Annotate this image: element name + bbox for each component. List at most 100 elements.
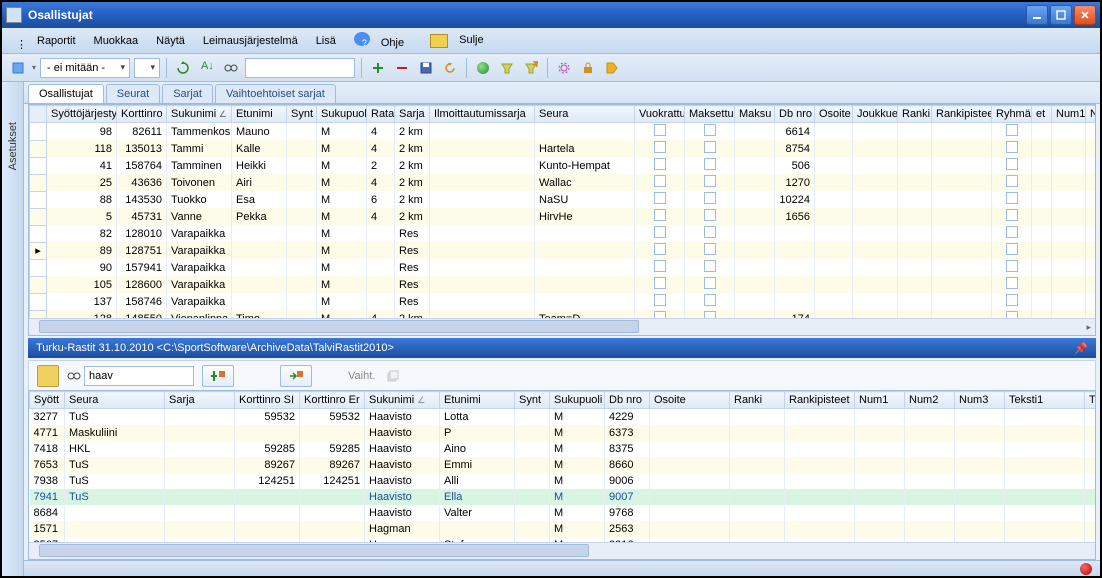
participants-grid[interactable]: SyöttöjärjestysKorttinroSukunimiEtunimiS… <box>29 105 1095 318</box>
scrollbar-thumb[interactable] <box>39 544 589 557</box>
grid2-header[interactable]: Seura <box>65 392 165 409</box>
grid1-header[interactable]: Ranki <box>898 106 932 123</box>
table-row[interactable]: ▸89128751VarapaikkaMRes <box>30 242 1096 259</box>
menu-lisa[interactable]: Lisä <box>308 31 344 51</box>
side-panel-tab[interactable]: Asetukset <box>2 82 24 576</box>
checkbox[interactable] <box>1006 158 1018 170</box>
tab-sarjat[interactable]: Sarjat <box>162 84 213 103</box>
grid1-header[interactable]: Ryhmä <box>992 106 1032 123</box>
grid1-header[interactable]: Maksettu <box>685 106 735 123</box>
table-row[interactable]: 3277TuS5953259532HaavistoLottaM4229 <box>30 409 1096 425</box>
checkbox[interactable] <box>1006 192 1018 204</box>
checkbox[interactable] <box>704 141 716 153</box>
table-row[interactable]: 7938TuS124251124251HaavistoAlliM9006 <box>30 473 1096 489</box>
grid2-header[interactable]: Synt <box>515 392 550 409</box>
checkbox[interactable] <box>654 158 666 170</box>
table-row[interactable]: 41158764TamminenHeikkiM22 kmKunto-Hempat… <box>30 157 1096 174</box>
tab-seurat[interactable]: Seurat <box>106 84 160 103</box>
checkbox[interactable] <box>654 124 666 136</box>
checkbox[interactable] <box>654 141 666 153</box>
grid1-header[interactable]: Korttinro <box>117 106 167 123</box>
grid2-header[interactable]: Korttinro Er <box>300 392 365 409</box>
table-row[interactable]: 7418HKL5928559285HaavistoAinoM8375 <box>30 441 1096 457</box>
close-button[interactable] <box>1074 5 1096 25</box>
grid1-header[interactable]: Num1 <box>1052 106 1086 123</box>
table-row[interactable]: 8684HaavistoValterM9768 <box>30 505 1096 521</box>
grid1-header[interactable]: Maksu <box>735 106 775 123</box>
table-row[interactable]: 105128600VarapaikkaMRes <box>30 276 1096 293</box>
grid2-header[interactable]: Num1 <box>855 392 905 409</box>
grid1-header[interactable]: Osoite <box>815 106 853 123</box>
grid1-header[interactable]: Rata <box>367 106 395 123</box>
tb-sort-button[interactable]: A↓ <box>197 58 217 78</box>
grid2-header[interactable]: Korttinro SI <box>235 392 300 409</box>
table-row[interactable]: 82128010VarapaikkaMRes <box>30 225 1096 242</box>
grid1-hscrollbar[interactable]: ▸ <box>29 318 1095 335</box>
grid2-header[interactable]: Num2 <box>905 392 955 409</box>
checkbox[interactable] <box>704 277 716 289</box>
grid1-header[interactable]: Sukunimi <box>167 106 232 123</box>
menu-nayta[interactable]: Näytä <box>148 31 193 51</box>
checkbox[interactable] <box>704 124 716 136</box>
dropdown-arrow-icon[interactable]: ▾ <box>32 63 36 72</box>
checkbox[interactable] <box>1006 294 1018 306</box>
checkbox[interactable] <box>704 209 716 221</box>
archive-go-button[interactable] <box>280 365 312 387</box>
scroll-right-icon[interactable]: ▸ <box>1086 322 1095 333</box>
menu-ohje[interactable]: ?Ohje <box>346 28 420 53</box>
checkbox[interactable] <box>704 158 716 170</box>
checkbox[interactable] <box>654 209 666 221</box>
checkbox[interactable] <box>1006 311 1018 318</box>
secondary-dropdown[interactable] <box>134 58 160 78</box>
checkbox[interactable] <box>654 294 666 306</box>
maximize-button[interactable] <box>1050 5 1072 25</box>
grid2-hscrollbar[interactable] <box>29 542 1095 559</box>
grid2-header[interactable]: Sarja <box>165 392 235 409</box>
table-row[interactable]: 7941TuSHaavistoEllaM9007 <box>30 489 1096 505</box>
checkbox[interactable] <box>654 260 666 272</box>
tb-remove-button[interactable] <box>392 58 412 78</box>
table-row[interactable]: 90157941VarapaikkaMRes <box>30 259 1096 276</box>
checkbox[interactable] <box>654 226 666 238</box>
table-row[interactable]: 545731VannePekkaM42 kmHirvHe1656 <box>30 208 1096 225</box>
tb-filter2-button[interactable]: ✱ <box>521 58 541 78</box>
scrollbar-thumb[interactable] <box>39 320 639 333</box>
grid2-header[interactable]: Teksti1 <box>1005 392 1085 409</box>
table-row[interactable]: 128148550VienanlinnaTimoM42 kmTeam=D174 <box>30 310 1096 318</box>
menu-leimaus[interactable]: Leimausjärjestelmä <box>195 31 306 51</box>
grid1-header[interactable]: Sukupuoli <box>317 106 367 123</box>
archive-add-button[interactable] <box>202 365 234 387</box>
grid1-header[interactable]: Etunimi <box>232 106 287 123</box>
grid1-header[interactable]: Vuokrattu <box>635 106 685 123</box>
tb-filter-button[interactable] <box>497 58 517 78</box>
grid2-header[interactable]: Teksti2 <box>1085 392 1096 409</box>
grid1-header[interactable]: Synt <box>287 106 317 123</box>
grid2-header[interactable]: Num3 <box>955 392 1005 409</box>
grid1-header[interactable]: Rankipisteet <box>932 106 992 123</box>
grid1-header[interactable]: Seura <box>535 106 635 123</box>
checkbox[interactable] <box>654 192 666 204</box>
tab-vaihtoehtoiset[interactable]: Vaihtoehtoiset sarjat <box>215 84 336 103</box>
grid1-header[interactable]: Joukkue <box>853 106 898 123</box>
tb-action1-button[interactable] <box>554 58 574 78</box>
grid1-header[interactable]: Db nro <box>775 106 815 123</box>
checkbox[interactable] <box>1006 260 1018 272</box>
grid1-header[interactable] <box>30 106 47 123</box>
tb-view-button[interactable] <box>8 58 28 78</box>
table-row[interactable]: 9882611TammenkoskiMaunoM42 km6614 <box>30 123 1096 141</box>
minimize-button[interactable] <box>1026 5 1048 25</box>
grid2-header[interactable]: Rankipisteet <box>785 392 855 409</box>
tb-add-button[interactable] <box>368 58 388 78</box>
grid2-header[interactable]: Sukunimi ∠ <box>365 392 440 409</box>
menu-muokkaa[interactable]: Muokkaa <box>86 31 147 51</box>
table-row[interactable]: 88143530TuokkoEsaM62 kmNaSU10224 <box>30 191 1096 208</box>
grid2-header[interactable]: Osoite <box>650 392 730 409</box>
grid2-header[interactable]: Ranki <box>730 392 785 409</box>
tb-refresh-button[interactable] <box>173 58 193 78</box>
checkbox[interactable] <box>654 243 666 255</box>
checkbox[interactable] <box>704 311 716 318</box>
filter-dropdown[interactable]: - ei mitään - <box>40 58 130 78</box>
table-row[interactable]: 7653TuS8926789267HaavistoEmmiM8660 <box>30 457 1096 473</box>
grid1-header[interactable]: Num2 <box>1086 106 1096 123</box>
tb-find-button[interactable] <box>221 58 241 78</box>
